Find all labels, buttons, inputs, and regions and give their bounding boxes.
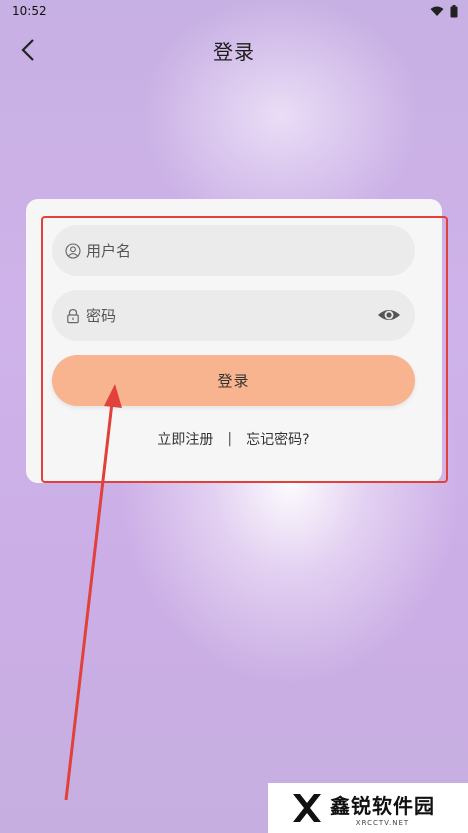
watermark-subtitle: XRCCTV.NET <box>355 818 410 827</box>
battery-icon <box>450 4 458 17</box>
watermark-title: 鑫锐软件园 <box>330 793 435 818</box>
status-bar: 10:52 <box>0 0 468 22</box>
wifi-icon <box>430 6 444 16</box>
page-title: 登录 <box>213 39 255 64</box>
watermark-logo-icon <box>293 794 321 822</box>
top-bar: 登录 <box>0 28 468 72</box>
status-icons <box>430 4 458 18</box>
back-arrow-icon <box>21 39 34 61</box>
back-button[interactable] <box>14 36 42 64</box>
status-time: 10:52 <box>12 4 47 18</box>
watermark: 鑫锐软件园 XRCCTV.NET <box>268 783 468 833</box>
annotation-highlight-box <box>41 216 448 483</box>
